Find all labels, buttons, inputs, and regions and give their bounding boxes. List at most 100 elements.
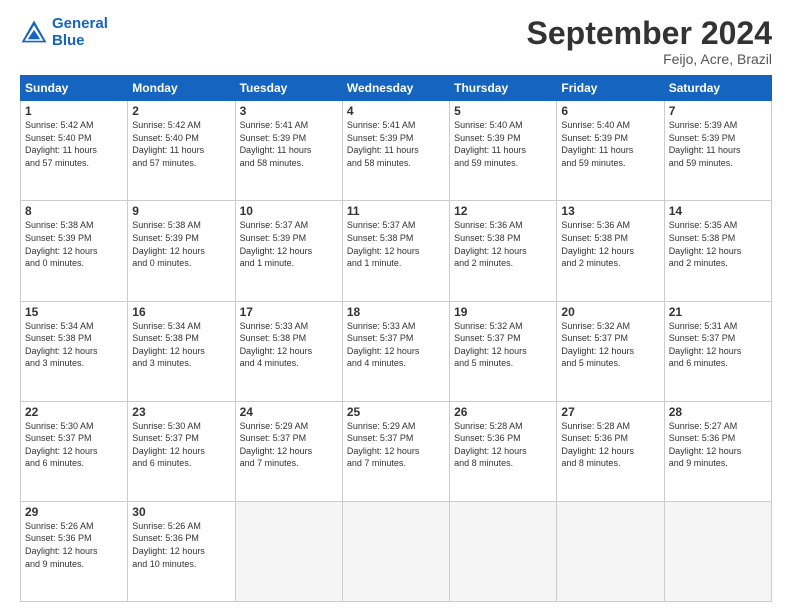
logo-blue: Blue bbox=[52, 32, 85, 49]
day-number: 27 bbox=[561, 405, 659, 419]
calendar-cell bbox=[235, 501, 342, 601]
day-number: 26 bbox=[454, 405, 552, 419]
day-info: Sunrise: 5:32 AM Sunset: 5:37 PM Dayligh… bbox=[561, 320, 659, 370]
day-info: Sunrise: 5:33 AM Sunset: 5:38 PM Dayligh… bbox=[240, 320, 338, 370]
day-number: 3 bbox=[240, 104, 338, 118]
day-number: 23 bbox=[132, 405, 230, 419]
calendar-cell bbox=[557, 501, 664, 601]
day-info: Sunrise: 5:41 AM Sunset: 5:39 PM Dayligh… bbox=[347, 119, 445, 169]
calendar-cell: 5Sunrise: 5:40 AM Sunset: 5:39 PM Daylig… bbox=[450, 101, 557, 201]
day-number: 30 bbox=[132, 505, 230, 519]
calendar-cell: 29Sunrise: 5:26 AM Sunset: 5:36 PM Dayli… bbox=[21, 501, 128, 601]
day-number: 14 bbox=[669, 204, 767, 218]
header: General Blue September 2024 Feijo, Acre,… bbox=[20, 16, 772, 67]
day-info: Sunrise: 5:35 AM Sunset: 5:38 PM Dayligh… bbox=[669, 219, 767, 269]
month-title: September 2024 bbox=[527, 16, 772, 51]
title-block: September 2024 Feijo, Acre, Brazil bbox=[527, 16, 772, 67]
day-info: Sunrise: 5:28 AM Sunset: 5:36 PM Dayligh… bbox=[561, 420, 659, 470]
calendar-cell bbox=[450, 501, 557, 601]
day-number: 17 bbox=[240, 305, 338, 319]
calendar-cell bbox=[664, 501, 771, 601]
day-info: Sunrise: 5:33 AM Sunset: 5:37 PM Dayligh… bbox=[347, 320, 445, 370]
day-info: Sunrise: 5:39 AM Sunset: 5:39 PM Dayligh… bbox=[669, 119, 767, 169]
location: Feijo, Acre, Brazil bbox=[527, 51, 772, 67]
calendar-cell: 19Sunrise: 5:32 AM Sunset: 5:37 PM Dayli… bbox=[450, 301, 557, 401]
calendar-cell: 22Sunrise: 5:30 AM Sunset: 5:37 PM Dayli… bbox=[21, 401, 128, 501]
calendar-cell: 23Sunrise: 5:30 AM Sunset: 5:37 PM Dayli… bbox=[128, 401, 235, 501]
calendar-cell: 20Sunrise: 5:32 AM Sunset: 5:37 PM Dayli… bbox=[557, 301, 664, 401]
day-number: 9 bbox=[132, 204, 230, 218]
calendar-cell: 6Sunrise: 5:40 AM Sunset: 5:39 PM Daylig… bbox=[557, 101, 664, 201]
day-number: 1 bbox=[25, 104, 123, 118]
calendar-cell: 16Sunrise: 5:34 AM Sunset: 5:38 PM Dayli… bbox=[128, 301, 235, 401]
calendar-cell: 10Sunrise: 5:37 AM Sunset: 5:39 PM Dayli… bbox=[235, 201, 342, 301]
weekday-header-wednesday: Wednesday bbox=[342, 76, 449, 101]
day-info: Sunrise: 5:40 AM Sunset: 5:39 PM Dayligh… bbox=[454, 119, 552, 169]
calendar-cell: 8Sunrise: 5:38 AM Sunset: 5:39 PM Daylig… bbox=[21, 201, 128, 301]
day-number: 21 bbox=[669, 305, 767, 319]
weekday-header-sunday: Sunday bbox=[21, 76, 128, 101]
weekday-header-tuesday: Tuesday bbox=[235, 76, 342, 101]
day-number: 29 bbox=[25, 505, 123, 519]
calendar-cell: 17Sunrise: 5:33 AM Sunset: 5:38 PM Dayli… bbox=[235, 301, 342, 401]
calendar-cell: 26Sunrise: 5:28 AM Sunset: 5:36 PM Dayli… bbox=[450, 401, 557, 501]
logo: General Blue bbox=[20, 16, 108, 49]
day-info: Sunrise: 5:36 AM Sunset: 5:38 PM Dayligh… bbox=[561, 219, 659, 269]
calendar-cell: 3Sunrise: 5:41 AM Sunset: 5:39 PM Daylig… bbox=[235, 101, 342, 201]
page: General Blue September 2024 Feijo, Acre,… bbox=[0, 0, 792, 612]
day-number: 22 bbox=[25, 405, 123, 419]
day-number: 24 bbox=[240, 405, 338, 419]
day-info: Sunrise: 5:31 AM Sunset: 5:37 PM Dayligh… bbox=[669, 320, 767, 370]
day-info: Sunrise: 5:37 AM Sunset: 5:38 PM Dayligh… bbox=[347, 219, 445, 269]
day-info: Sunrise: 5:38 AM Sunset: 5:39 PM Dayligh… bbox=[25, 219, 123, 269]
day-info: Sunrise: 5:37 AM Sunset: 5:39 PM Dayligh… bbox=[240, 219, 338, 269]
day-number: 18 bbox=[347, 305, 445, 319]
day-info: Sunrise: 5:38 AM Sunset: 5:39 PM Dayligh… bbox=[132, 219, 230, 269]
day-number: 16 bbox=[132, 305, 230, 319]
day-info: Sunrise: 5:42 AM Sunset: 5:40 PM Dayligh… bbox=[132, 119, 230, 169]
day-info: Sunrise: 5:27 AM Sunset: 5:36 PM Dayligh… bbox=[669, 420, 767, 470]
day-number: 6 bbox=[561, 104, 659, 118]
day-info: Sunrise: 5:34 AM Sunset: 5:38 PM Dayligh… bbox=[132, 320, 230, 370]
day-number: 4 bbox=[347, 104, 445, 118]
calendar-cell: 14Sunrise: 5:35 AM Sunset: 5:38 PM Dayli… bbox=[664, 201, 771, 301]
day-number: 12 bbox=[454, 204, 552, 218]
day-number: 19 bbox=[454, 305, 552, 319]
calendar-cell: 9Sunrise: 5:38 AM Sunset: 5:39 PM Daylig… bbox=[128, 201, 235, 301]
calendar-cell: 30Sunrise: 5:26 AM Sunset: 5:36 PM Dayli… bbox=[128, 501, 235, 601]
day-info: Sunrise: 5:30 AM Sunset: 5:37 PM Dayligh… bbox=[25, 420, 123, 470]
calendar-cell: 12Sunrise: 5:36 AM Sunset: 5:38 PM Dayli… bbox=[450, 201, 557, 301]
day-info: Sunrise: 5:32 AM Sunset: 5:37 PM Dayligh… bbox=[454, 320, 552, 370]
calendar-cell: 7Sunrise: 5:39 AM Sunset: 5:39 PM Daylig… bbox=[664, 101, 771, 201]
day-info: Sunrise: 5:34 AM Sunset: 5:38 PM Dayligh… bbox=[25, 320, 123, 370]
calendar-cell: 24Sunrise: 5:29 AM Sunset: 5:37 PM Dayli… bbox=[235, 401, 342, 501]
day-number: 8 bbox=[25, 204, 123, 218]
day-info: Sunrise: 5:26 AM Sunset: 5:36 PM Dayligh… bbox=[132, 520, 230, 570]
weekday-header-friday: Friday bbox=[557, 76, 664, 101]
logo-general: General bbox=[52, 15, 108, 32]
day-info: Sunrise: 5:28 AM Sunset: 5:36 PM Dayligh… bbox=[454, 420, 552, 470]
day-info: Sunrise: 5:36 AM Sunset: 5:38 PM Dayligh… bbox=[454, 219, 552, 269]
day-info: Sunrise: 5:42 AM Sunset: 5:40 PM Dayligh… bbox=[25, 119, 123, 169]
calendar-cell: 1Sunrise: 5:42 AM Sunset: 5:40 PM Daylig… bbox=[21, 101, 128, 201]
weekday-header-monday: Monday bbox=[128, 76, 235, 101]
day-number: 5 bbox=[454, 104, 552, 118]
logo-text: General Blue bbox=[52, 16, 108, 49]
calendar-cell: 13Sunrise: 5:36 AM Sunset: 5:38 PM Dayli… bbox=[557, 201, 664, 301]
day-number: 15 bbox=[25, 305, 123, 319]
day-number: 25 bbox=[347, 405, 445, 419]
calendar-cell: 21Sunrise: 5:31 AM Sunset: 5:37 PM Dayli… bbox=[664, 301, 771, 401]
day-info: Sunrise: 5:26 AM Sunset: 5:36 PM Dayligh… bbox=[25, 520, 123, 570]
day-info: Sunrise: 5:40 AM Sunset: 5:39 PM Dayligh… bbox=[561, 119, 659, 169]
calendar-cell: 2Sunrise: 5:42 AM Sunset: 5:40 PM Daylig… bbox=[128, 101, 235, 201]
day-number: 13 bbox=[561, 204, 659, 218]
day-info: Sunrise: 5:29 AM Sunset: 5:37 PM Dayligh… bbox=[240, 420, 338, 470]
calendar-cell: 27Sunrise: 5:28 AM Sunset: 5:36 PM Dayli… bbox=[557, 401, 664, 501]
calendar-cell: 15Sunrise: 5:34 AM Sunset: 5:38 PM Dayli… bbox=[21, 301, 128, 401]
day-number: 7 bbox=[669, 104, 767, 118]
calendar-cell: 18Sunrise: 5:33 AM Sunset: 5:37 PM Dayli… bbox=[342, 301, 449, 401]
day-number: 20 bbox=[561, 305, 659, 319]
day-number: 28 bbox=[669, 405, 767, 419]
day-info: Sunrise: 5:30 AM Sunset: 5:37 PM Dayligh… bbox=[132, 420, 230, 470]
logo-icon bbox=[20, 19, 48, 47]
